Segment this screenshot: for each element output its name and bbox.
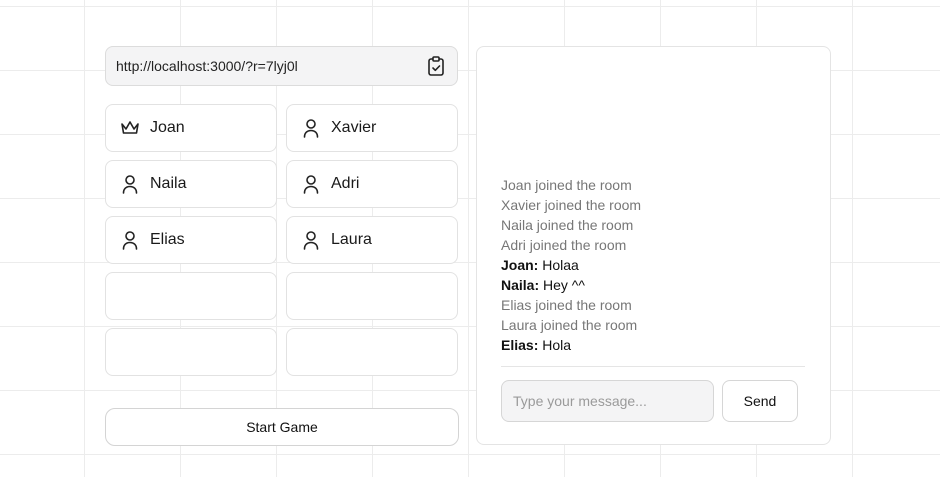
system-message: Naila joined the room bbox=[501, 217, 634, 233]
clipboard-check-icon bbox=[428, 56, 444, 76]
chat-message: Naila: Hey ^^ bbox=[501, 275, 805, 295]
player-name: Xavier bbox=[331, 119, 377, 136]
chat-message: Elias: Hola bbox=[501, 335, 805, 355]
player-slot-adri: Adri bbox=[286, 160, 458, 208]
empty-player-slot bbox=[105, 272, 277, 320]
chat-message-input[interactable] bbox=[501, 380, 714, 422]
player-grid: Joan Xavier Naila Adri Elias Laura bbox=[105, 104, 460, 376]
user-icon bbox=[301, 230, 321, 250]
send-button[interactable]: Send bbox=[722, 380, 798, 422]
message-text: Holaa bbox=[542, 257, 579, 273]
start-game-button[interactable]: Start Game bbox=[105, 408, 459, 446]
empty-player-slot bbox=[105, 328, 277, 376]
message-text: Hey ^^ bbox=[543, 277, 585, 293]
player-name: Laura bbox=[331, 231, 372, 248]
user-icon bbox=[301, 174, 321, 194]
message-author: Elias: bbox=[501, 337, 539, 353]
chat-divider bbox=[501, 366, 805, 367]
user-icon bbox=[120, 174, 140, 194]
crown-icon bbox=[120, 118, 140, 138]
invite-url[interactable]: http://localhost:3000/?r=7lyj0l bbox=[116, 58, 425, 74]
player-name: Joan bbox=[150, 119, 185, 136]
player-slot-naila: Naila bbox=[105, 160, 277, 208]
system-message: Joan joined the room bbox=[501, 177, 632, 193]
message-author: Naila: bbox=[501, 277, 540, 293]
player-name: Adri bbox=[331, 175, 360, 192]
player-slot-elias: Elias bbox=[105, 216, 277, 264]
system-message: Elias joined the room bbox=[501, 297, 632, 313]
player-slot-laura: Laura bbox=[286, 216, 458, 264]
invite-link-bar: http://localhost:3000/?r=7lyj0l bbox=[105, 46, 458, 86]
system-message: Adri joined the room bbox=[501, 237, 627, 253]
message-author: Joan: bbox=[501, 257, 539, 273]
system-message: Laura joined the room bbox=[501, 317, 638, 333]
player-name: Elias bbox=[150, 231, 185, 248]
copy-link-button[interactable] bbox=[425, 55, 447, 77]
chat-panel: Joan joined the room Xavier joined the ro… bbox=[476, 46, 831, 445]
player-slot-xavier: Xavier bbox=[286, 104, 458, 152]
player-slot-joan: Joan bbox=[105, 104, 277, 152]
message-text: Hola bbox=[542, 337, 572, 353]
empty-player-slot bbox=[286, 272, 458, 320]
user-icon bbox=[301, 118, 321, 138]
user-icon bbox=[120, 230, 140, 250]
chat-message: Joan: Holaa bbox=[501, 255, 805, 275]
empty-player-slot bbox=[286, 328, 458, 376]
system-message: Xavier joined the room bbox=[501, 197, 642, 213]
player-name: Naila bbox=[150, 175, 187, 192]
chat-message-list: Joan joined the room Xavier joined the ro… bbox=[501, 175, 805, 355]
